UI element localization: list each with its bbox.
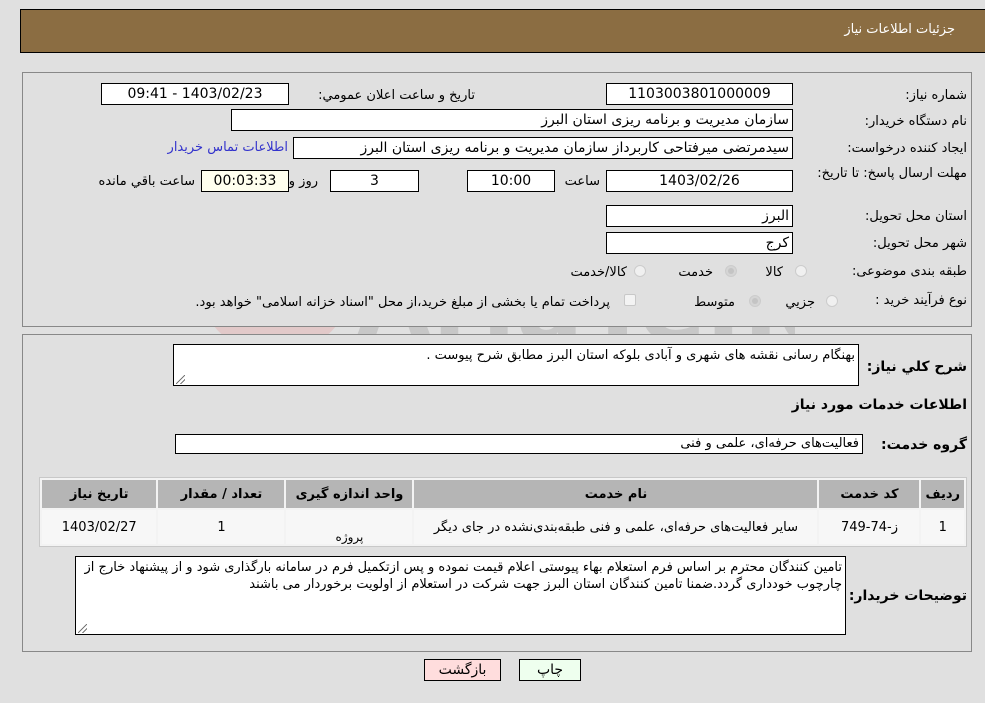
cell-unit: پروژه	[286, 510, 413, 544]
province-field: البرز	[606, 205, 793, 227]
col-service-code: کد خدمت	[819, 480, 920, 508]
summary-textarea[interactable]: بهنگام رسانی نقشه های شهری و آبادی بلوکه…	[173, 344, 859, 386]
province-label: استان محل تحویل:	[865, 209, 967, 224]
category-option-goods-service: کالا/خدمت	[570, 265, 627, 280]
col-row-number: ردیف	[921, 480, 964, 508]
treasury-note: پرداخت تمام یا بخشی از مبلغ خرید،از محل …	[195, 295, 610, 310]
city-field: کرج	[606, 232, 793, 254]
category-option-service: خدمت	[678, 265, 713, 280]
days-label: روز و	[288, 174, 318, 189]
resize-handle-icon[interactable]	[176, 375, 185, 384]
deadline-time-label: ساعت	[564, 174, 600, 189]
treasury-checkbox[interactable]	[624, 294, 636, 306]
purchase-radio-minor[interactable]	[826, 295, 838, 307]
category-radio-service[interactable]	[725, 265, 737, 277]
announce-date-label: تاریخ و ساعت اعلان عمومي:	[318, 88, 475, 103]
col-service-name: نام خدمت	[414, 480, 818, 508]
col-quantity: تعداد / مقدار	[158, 480, 285, 508]
buyer-contact-link[interactable]: اطلاعات تماس خریدار	[168, 140, 288, 155]
remaining-time-field: 00:03:33	[201, 170, 289, 192]
remaining-time-label: ساعت باقي مانده	[98, 174, 195, 189]
services-heading: اطلاعات خدمات مورد نياز	[791, 397, 967, 413]
services-table: ردیف کد خدمت نام خدمت واحد اندازه گیری ت…	[39, 477, 967, 547]
deadline-date-field: 1403/02/26	[606, 170, 793, 192]
need-number-field: 1103003801000009	[606, 83, 793, 105]
cell-row-number: 1	[921, 510, 964, 544]
purchase-type-label: نوع فرآیند خرید :	[875, 293, 967, 308]
buyer-notes-text: تامین کنندگان محترم بر اساس فرم استعلام …	[84, 560, 842, 592]
col-unit: واحد اندازه گیری	[286, 480, 413, 508]
category-radio-goods-service[interactable]	[634, 265, 646, 277]
page-title: جزئیات اطلاعات نیاز	[844, 22, 955, 37]
service-group-field: فعالیت‌های حرفه‌ای، علمی و فنی	[175, 434, 863, 454]
buyer-notes-textarea[interactable]: تامین کنندگان محترم بر اساس فرم استعلام …	[75, 556, 846, 635]
creator-label: ایجاد کننده درخواست:	[847, 141, 967, 156]
buyer-org-label: نام دستگاه خريدار:	[864, 114, 967, 129]
resize-handle-icon[interactable]	[78, 624, 87, 633]
announce-date-field: 1403/02/23 - 09:41	[101, 83, 289, 105]
page-header: جزئیات اطلاعات نیاز	[20, 9, 985, 53]
table-header-row: ردیف کد خدمت نام خدمت واحد اندازه گیری ت…	[42, 480, 964, 508]
need-number-label: شماره نیاز:	[905, 88, 967, 103]
col-need-date: تاریخ نیاز	[42, 480, 157, 508]
category-radio-goods[interactable]	[795, 265, 807, 277]
service-group-label: گروه خدمت:	[881, 437, 967, 453]
purchase-option-medium: متوسط	[694, 295, 735, 310]
buyer-org-field: سازمان مدیریت و برنامه ریزی استان البرز	[231, 109, 793, 131]
deadline-time-field: 10:00	[467, 170, 555, 192]
category-label: طبقه بندی موضوعی:	[851, 264, 967, 279]
city-label: شهر محل تحویل:	[872, 236, 967, 251]
purchase-option-minor: جزيي	[785, 295, 815, 310]
purchase-radio-medium[interactable]	[749, 295, 761, 307]
back-button[interactable]: بازگشت	[424, 659, 501, 681]
deadline-label: مهلت ارسال پاسخ: تا تاریخ:	[817, 166, 967, 181]
days-remaining-field: 3	[330, 170, 419, 192]
cell-service-code: ز-74-749	[819, 510, 920, 544]
cell-need-date: 1403/02/27	[42, 510, 157, 544]
table-row: 1 ز-74-749 سایر فعالیت‌های حرفه‌ای، علمی…	[42, 510, 964, 544]
category-option-goods: کالا	[765, 265, 783, 280]
summary-text: بهنگام رسانی نقشه های شهری و آبادی بلوکه…	[426, 348, 855, 363]
summary-label: شرح کلي نياز:	[866, 359, 967, 375]
buyer-notes-label: توضیحات خریدار:	[848, 588, 967, 604]
cell-quantity: 1	[158, 510, 285, 544]
cell-service-name: سایر فعالیت‌های حرفه‌ای، علمی و فنی طبقه…	[414, 510, 818, 544]
creator-field: سیدمرتضی میرفتاحی کاربرداز سازمان مدیریت…	[293, 137, 793, 159]
print-button[interactable]: چاپ	[519, 659, 581, 681]
